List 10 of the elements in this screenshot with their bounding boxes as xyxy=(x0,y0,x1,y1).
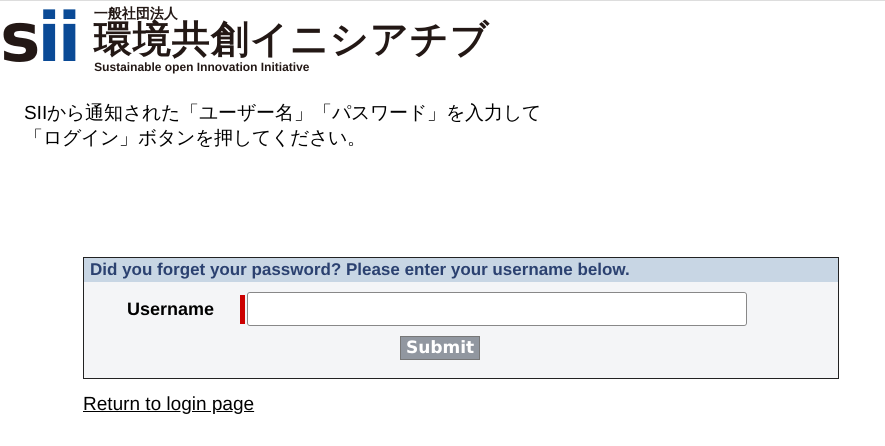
form-header: Did you forget your password? Please enter your username below. xyxy=(84,258,838,282)
instruction-text: 「ログイン」ボタンを押してください。 xyxy=(24,127,367,151)
instruction-text: SIIから通知された「ユーザー名」「パスワード」を入力して xyxy=(24,102,542,126)
logo-name: 環境共創イニシアチブ xyxy=(94,21,490,59)
username-field[interactable] xyxy=(247,292,747,326)
logo-org-type: 一般社団法人 xyxy=(94,5,178,21)
login-link[interactable]: Return to login page xyxy=(83,394,254,416)
logo-mark: sii xyxy=(0,9,78,69)
field-label: Username xyxy=(126,298,215,320)
logo-tagline: Sustainable open Innovation Initiative xyxy=(94,59,310,75)
